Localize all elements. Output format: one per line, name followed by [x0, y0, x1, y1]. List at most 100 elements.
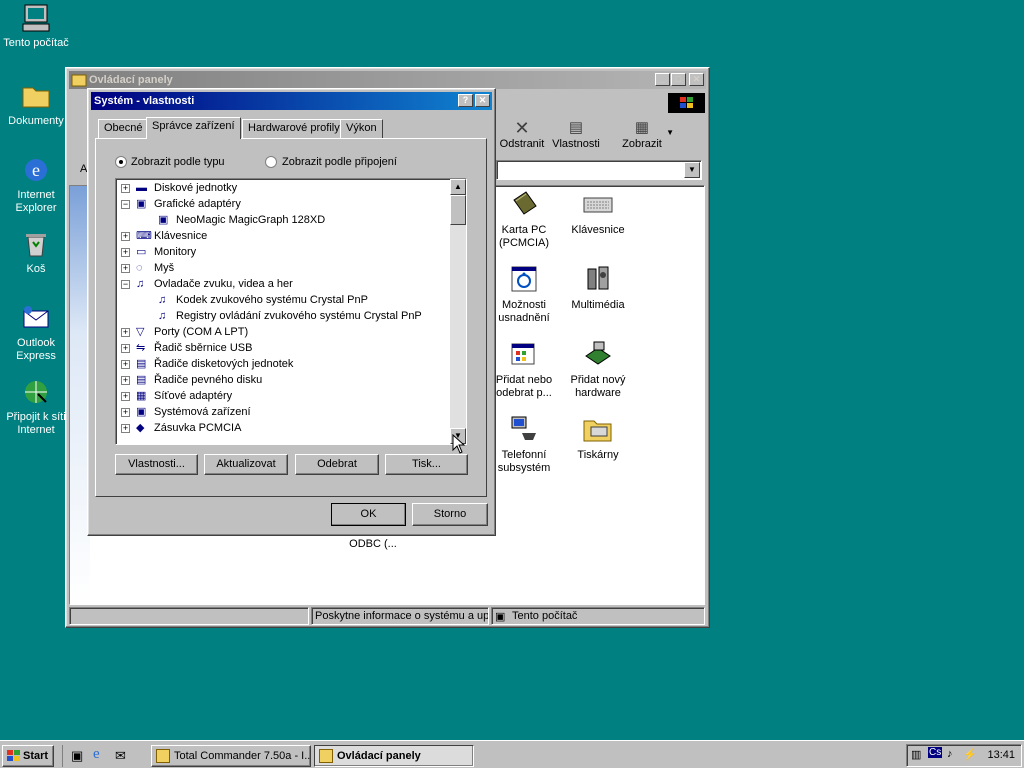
dialog-titlebar[interactable]: Systém - vlastnosti ? ✕ [91, 92, 492, 110]
dialog-title: Systém - vlastnosti [94, 95, 195, 107]
maximize-button[interactable]: □ [671, 73, 686, 86]
refresh-button[interactable]: Aktualizovat [204, 454, 288, 475]
properties-label: Vlastnosti [552, 138, 600, 150]
tree-node-label: Porty (COM A LPT) [154, 326, 249, 338]
radio-by-type[interactable] [115, 156, 127, 168]
taskbar-item-total-commander[interactable]: Total Commander 7.50a - I... [151, 745, 311, 767]
address-combo[interactable]: ▼ [496, 160, 702, 180]
tray-icon-language[interactable]: Cs [928, 747, 943, 758]
desktop-icon-label: Koš [26, 263, 46, 275]
cancel-button[interactable]: Storno [412, 503, 488, 526]
desktop-icon-connect-internet[interactable]: Připojit k síti Internet [0, 376, 72, 437]
close-button[interactable]: ✕ [689, 73, 704, 86]
desktop-icon-internet-explorer[interactable]: e Internet Explorer [0, 154, 72, 215]
tree-node-label: Grafické adaptéry [154, 198, 241, 210]
scroll-up-button[interactable]: ▲ [450, 179, 466, 195]
address-dropdown-button[interactable]: ▼ [684, 162, 700, 178]
view-label: Zobrazit [622, 138, 662, 150]
desktop-icon-recycle-bin[interactable]: Koš [0, 228, 72, 276]
windows-flag-icon [680, 97, 693, 108]
delete-icon: ✕ [514, 118, 530, 138]
quicklaunch: ▣ e ✉ [62, 745, 142, 767]
cp-item-accessibility[interactable]: Možnosti usnadnění [484, 263, 564, 325]
properties-icon: ▤ [568, 119, 584, 136]
expand-icon[interactable]: + [121, 424, 130, 433]
desktop-icon-my-computer[interactable]: Tento počítač [0, 2, 72, 50]
expand-icon[interactable]: + [121, 408, 130, 417]
view-button[interactable]: ▦ Zobrazit ▼ [608, 118, 676, 156]
scroll-thumb[interactable] [450, 195, 466, 225]
cp-item-odbc[interactable]: ODBC (... [333, 538, 413, 551]
expand-icon[interactable]: + [121, 360, 130, 369]
help-button[interactable]: ? [458, 94, 473, 107]
cp-item-multimedia[interactable]: Multimédia [558, 263, 638, 312]
desktop-icon-outlook-express[interactable]: Outlook Express [0, 302, 72, 363]
tree-node-label: Myš [154, 262, 175, 274]
device-tree[interactable]: + ▬ Diskové jednotky − ▣ Grafické adaptéry ▣ Ne… [115, 178, 467, 445]
tree-node-label: Systémová zařízení [154, 406, 251, 418]
tree-node-label: Klávesnice [154, 230, 208, 242]
tab-device-manager[interactable]: Správce zařízení [146, 117, 241, 139]
cp-item-printers[interactable]: Tiskárny [558, 413, 638, 462]
tab-general[interactable]: Obecné [98, 119, 149, 138]
properties-button[interactable]: ▤ Vlastnosti [548, 118, 604, 156]
ie-icon[interactable]: e [93, 746, 100, 763]
dialog-close-button[interactable]: ✕ [475, 94, 490, 107]
tab-hardware-profiles[interactable]: Hardwarové profily [242, 119, 346, 138]
status-bar-empty [69, 607, 309, 625]
show-desktop-icon[interactable]: ▣ [71, 748, 83, 764]
collapse-icon[interactable]: − [121, 200, 130, 209]
tab-performance[interactable]: Výkon [340, 119, 383, 138]
printers-icon [583, 420, 612, 442]
cp-item-pcmcia[interactable]: Karta PC (PCMCIA) [484, 188, 564, 250]
computer-icon: ▣ [495, 611, 506, 623]
app-icon [156, 749, 170, 763]
task-label: Ovládací panely [337, 750, 421, 762]
computer-icon [22, 4, 50, 32]
device-manager-content: Zobrazit podle typu Zobrazit podle připo… [95, 138, 487, 497]
ok-button[interactable]: OK [331, 503, 406, 526]
mouse-icon: ◌ [136, 262, 143, 274]
delete-button[interactable]: ✕ Odstranit [498, 118, 546, 156]
taskbar-item-control-panel[interactable]: Ovládací panely [314, 745, 474, 767]
task-label: Total Commander 7.50a - I... [174, 750, 311, 762]
start-button[interactable]: Start [2, 745, 54, 767]
cp-item-label: Možnosti usnadnění [498, 299, 550, 324]
expand-icon[interactable]: + [121, 376, 130, 385]
expand-icon[interactable]: + [121, 232, 130, 241]
expand-icon[interactable]: + [121, 344, 130, 353]
tray-icon-power[interactable]: ⚡ [963, 748, 977, 761]
expand-icon[interactable]: + [121, 392, 130, 401]
expand-icon[interactable]: + [121, 248, 130, 257]
cp-item-add-hardware[interactable]: Přidat nový hardware [558, 338, 638, 400]
device-properties-button[interactable]: Vlastnosti... [115, 454, 198, 475]
expand-icon[interactable]: + [121, 184, 130, 193]
tree-scrollbar[interactable]: ▲ ▼ [450, 179, 466, 444]
tray-icon-volume[interactable]: ♪ [947, 748, 953, 760]
hdd-controller-icon: ▤ [136, 374, 147, 386]
clock[interactable]: 13:41 [987, 749, 1015, 761]
status-location: Tento počítač [512, 610, 578, 622]
system-tray: ▥ Cs ♪ ⚡ 13:41 [906, 744, 1022, 767]
cp-item-add-remove-programs[interactable]: Přidat nebo odebrat p... [484, 338, 564, 400]
collapse-icon[interactable]: − [121, 280, 130, 289]
expand-icon[interactable]: + [121, 328, 130, 337]
view-dropdown-icon[interactable]: ▼ [666, 128, 674, 137]
cp-item-keyboard[interactable]: Klávesnice [558, 188, 638, 237]
radio-by-connection[interactable] [265, 156, 277, 168]
desktop-icon-documents[interactable]: Dokumenty [0, 80, 72, 128]
expand-icon[interactable]: + [121, 264, 130, 273]
pcmcia-icon [513, 191, 537, 215]
outlook-icon[interactable]: ✉ [115, 748, 126, 764]
cp-item-telephony[interactable]: Telefonní subsystém [484, 413, 564, 475]
tree-node-label: Monitory [154, 246, 197, 258]
cp-item-label: Karta PC (PCMCIA) [498, 224, 550, 249]
print-button[interactable]: Tisk... [385, 454, 468, 475]
device-tree-rows: + ▬ Diskové jednotky − ▣ Grafické adaptéry ▣ Ne… [116, 179, 446, 444]
minimize-button[interactable]: _ [655, 73, 670, 86]
tree-node-label: NeoMagic MagicGraph 128XD [176, 214, 326, 226]
desktop-icon-label: Tento počítač [3, 37, 69, 49]
remove-button[interactable]: Odebrat [295, 454, 379, 475]
control-panel-titlebar[interactable]: Ovládací panely _ □ ✕ [69, 71, 706, 89]
tray-icon-network[interactable]: ▥ [911, 748, 921, 761]
